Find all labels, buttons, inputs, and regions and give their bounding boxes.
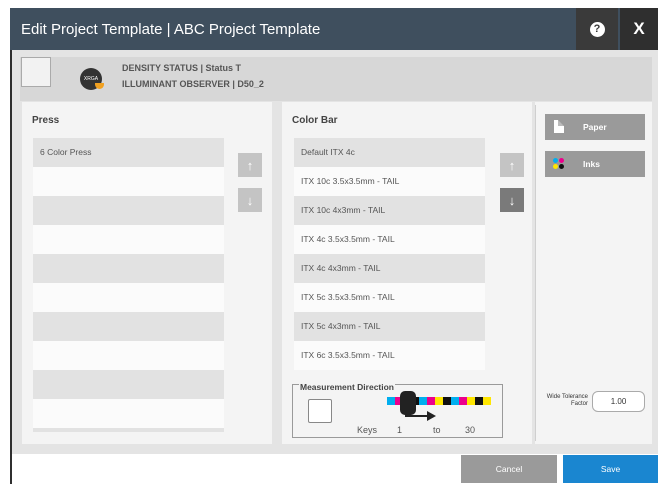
- press-item[interactable]: [33, 399, 224, 428]
- divider: [535, 105, 536, 441]
- color-bar-item[interactable]: ITX 10c 4x3mm - TAIL: [294, 196, 485, 225]
- press-item[interactable]: [33, 428, 224, 432]
- title-bar: Edit Project Template | ABC Project Temp…: [10, 8, 658, 50]
- keys-to: 30: [465, 425, 476, 435]
- color-bar-item[interactable]: ITX 10c 3.5x3.5mm - TAIL: [294, 167, 485, 196]
- direction-arrow-icon: [405, 411, 436, 421]
- color-patch: [419, 397, 427, 405]
- cancel-button[interactable]: Cancel: [461, 455, 557, 483]
- color-patch: [451, 397, 459, 405]
- keys-from: 1: [397, 425, 403, 435]
- document-icon: [554, 120, 564, 133]
- color-bar-list: Default ITX 4c ITX 10c 3.5x3.5mm - TAIL IT…: [294, 138, 485, 370]
- save-button[interactable]: Save: [563, 455, 658, 483]
- color-patch: [483, 397, 491, 405]
- inks-button[interactable]: Inks: [545, 151, 645, 177]
- keys-label: Keys: [357, 425, 378, 435]
- press-move-down-button[interactable]: ↓: [238, 188, 262, 212]
- color-patch: [387, 397, 395, 405]
- press-move-up-button[interactable]: ↑: [238, 153, 262, 177]
- measurement-direction-checkbox[interactable]: [308, 399, 332, 423]
- press-item[interactable]: [33, 283, 224, 312]
- keys-to-label: to: [433, 425, 441, 435]
- arrow-down-icon: ↓: [508, 192, 516, 208]
- color-bar-item[interactable]: ITX 4c 4x3mm - TAIL: [294, 254, 485, 283]
- color-patch: [443, 397, 451, 405]
- paper-label: Paper: [583, 122, 607, 132]
- press-item[interactable]: [33, 167, 224, 196]
- measurement-direction-title: Measurement Direction: [299, 382, 395, 392]
- press-item[interactable]: [33, 312, 224, 341]
- color-bar-item[interactable]: Default ITX 4c: [294, 138, 485, 167]
- illuminant-observer: ILLUMINANT OBSERVER | D50_2: [122, 79, 264, 89]
- color-patch: [427, 397, 435, 405]
- xrga-logo-icon: XRGA: [80, 68, 104, 90]
- color-patch: [435, 397, 443, 405]
- wide-tolerance-label: Wide Tolerance Factor: [546, 394, 588, 407]
- press-item[interactable]: 6 Color Press: [33, 138, 224, 167]
- color-patch: [467, 397, 475, 405]
- color-bar-move-down-button[interactable]: ↓: [500, 188, 524, 212]
- color-bar-item[interactable]: ITX 5c 3.5x3.5mm - TAIL: [294, 283, 485, 312]
- press-item[interactable]: [33, 341, 224, 370]
- press-list: 6 Color Press: [33, 138, 224, 432]
- color-bar-item[interactable]: ITX 4c 3.5x3.5mm - TAIL: [294, 225, 485, 254]
- help-icon: ?: [589, 21, 605, 37]
- measurement-direction-box: Measurement Direction Keys 1 to 30: [292, 382, 503, 438]
- press-item[interactable]: [33, 225, 224, 254]
- color-swatch[interactable]: [21, 57, 51, 87]
- press-title: Press: [32, 115, 60, 126]
- close-button[interactable]: X: [620, 8, 658, 50]
- press-item[interactable]: [33, 196, 224, 225]
- status-header: [20, 57, 652, 101]
- wide-tolerance-input[interactable]: 1.00: [592, 391, 645, 412]
- color-bar-move-up-button[interactable]: ↑: [500, 153, 524, 177]
- logo-text: XRGA: [83, 76, 99, 82]
- arrow-down-icon: ↓: [246, 192, 254, 208]
- inks-label: Inks: [583, 159, 601, 169]
- arrow-up-icon: ↑: [246, 157, 254, 173]
- color-patch: [475, 397, 483, 405]
- paper-button[interactable]: Paper: [545, 114, 645, 140]
- window-title: Edit Project Template | ABC Project Temp…: [21, 21, 321, 38]
- color-bar-item[interactable]: ITX 5c 4x3mm - TAIL: [294, 312, 485, 341]
- ink-drops-icon: [553, 157, 565, 171]
- color-patch: [459, 397, 467, 405]
- arrow-up-icon: ↑: [508, 157, 516, 173]
- help-button[interactable]: ?: [576, 8, 618, 50]
- color-bar-title: Color Bar: [292, 115, 338, 126]
- press-item[interactable]: [33, 254, 224, 283]
- press-item[interactable]: [33, 370, 224, 399]
- density-status: DENSITY STATUS | Status T: [122, 63, 242, 73]
- color-bar-item[interactable]: ITX 6c 3.5x3.5mm - TAIL: [294, 341, 485, 370]
